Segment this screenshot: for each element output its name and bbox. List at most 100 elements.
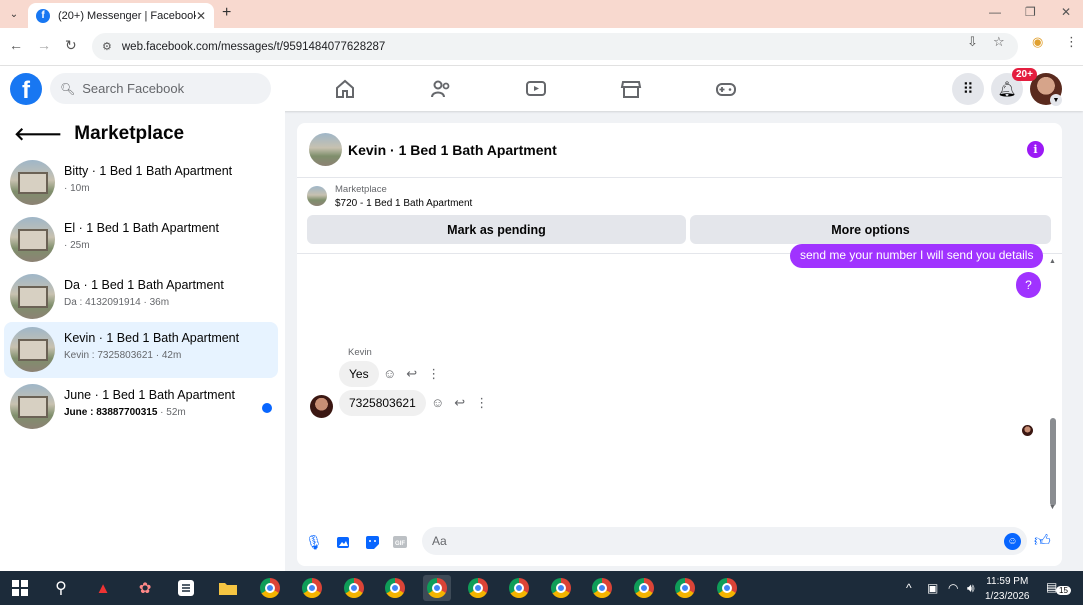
facebook-logo-icon[interactable]: f xyxy=(10,73,42,105)
listing-thumbnail xyxy=(10,327,55,372)
chrome-icon[interactable] xyxy=(381,575,409,601)
incoming-message[interactable]: Yes xyxy=(339,361,379,387)
search-input[interactable]: 🔍︎ Search Facebook xyxy=(50,73,271,104)
menu-grid-icon[interactable]: ⠿ xyxy=(952,73,984,105)
chrome-icon[interactable] xyxy=(713,575,741,601)
address-bar[interactable]: ⚙ web.facebook.com/messages/t/9591484077… xyxy=(92,33,1018,60)
volume-icon[interactable]: 🔊︎ xyxy=(967,581,975,596)
reply-icon[interactable]: ↩ xyxy=(406,366,417,382)
gaming-icon[interactable] xyxy=(715,78,737,100)
attach-photo-icon[interactable] xyxy=(334,533,352,551)
reload-icon[interactable]: ↻ xyxy=(65,37,77,54)
site-settings-icon[interactable]: ⚙ xyxy=(102,40,112,53)
app-icon[interactable] xyxy=(172,575,200,601)
outgoing-message[interactable]: send me your number I will send you deta… xyxy=(790,244,1044,268)
chat-panel: Kevin · 1 Bed 1 Bath Apartment i Marketp… xyxy=(297,123,1062,566)
facebook-favicon-icon: f xyxy=(36,8,50,23)
conversation-item[interactable]: Da · 1 Bed 1 Bath Apartment Da : 4132091… xyxy=(4,269,278,325)
show-hidden-icons-icon[interactable]: ^ xyxy=(906,581,912,595)
tab-title: (20+) Messenger | Facebook xyxy=(58,9,196,22)
search-taskbar-icon[interactable]: ⚲ xyxy=(47,575,75,601)
facebook-header: f 🔍︎ Search Facebook ⠿ 🔔︎ xyxy=(0,66,1083,111)
gif-icon[interactable]: GIF xyxy=(391,533,409,551)
conversation-item-active[interactable]: Kevin · 1 Bed 1 Bath Apartment Kevin : 7… xyxy=(4,322,278,378)
app-icon[interactable]: ✿ xyxy=(131,575,159,601)
tab-close-icon[interactable]: ✕ xyxy=(196,9,206,23)
app-icon[interactable]: ▲ xyxy=(89,575,117,601)
incoming-message[interactable]: 7325803621 xyxy=(339,390,426,416)
conversation-item-unread[interactable]: June · 1 Bed 1 Bath Apartment June : 838… xyxy=(4,379,278,435)
conversation-title: Kevin · 1 Bed 1 Bath Apartment xyxy=(64,331,240,345)
thumbs-up-icon[interactable]: 👍︎ xyxy=(1034,532,1051,551)
account-chevron-icon[interactable]: ▼ xyxy=(1050,94,1062,106)
wifi-icon[interactable]: ◠ xyxy=(948,581,958,595)
file-explorer-icon[interactable] xyxy=(214,575,242,601)
reply-icon[interactable]: ↩ xyxy=(454,395,465,411)
forward-icon[interactable]: → xyxy=(37,37,51,53)
windows-start-icon[interactable] xyxy=(6,575,34,601)
more-options-button[interactable]: More options xyxy=(690,215,1051,244)
sender-avatar[interactable] xyxy=(310,395,333,418)
chrome-icon[interactable] xyxy=(256,575,284,601)
conversation-title: El · 1 Bed 1 Bath Apartment xyxy=(64,221,219,235)
scroll-up-icon[interactable]: ▲ xyxy=(1049,258,1056,265)
install-app-icon[interactable]: ⇩ xyxy=(967,34,978,50)
chrome-icon[interactable] xyxy=(464,575,492,601)
chrome-icon[interactable] xyxy=(588,575,616,601)
chat-title[interactable]: Kevin · 1 Bed 1 Bath Apartment xyxy=(348,142,557,158)
chrome-icon[interactable] xyxy=(423,575,451,601)
chrome-icon[interactable] xyxy=(671,575,699,601)
chrome-icon[interactable] xyxy=(547,575,575,601)
friends-icon[interactable] xyxy=(430,78,452,100)
listing-thumbnail xyxy=(10,160,55,205)
react-emoji-icon[interactable]: ☺ xyxy=(431,395,444,411)
outgoing-message[interactable]: ? xyxy=(1016,272,1041,298)
emoji-icon[interactable]: ☺ xyxy=(1004,533,1021,550)
scroll-down-icon[interactable]: ▼ xyxy=(1049,504,1056,511)
conversation-subtitle: June : 83887700315 · 52m xyxy=(64,407,186,418)
message-input[interactable]: Aa xyxy=(422,527,1027,555)
mark-as-pending-button[interactable]: Mark as pending xyxy=(307,215,686,244)
back-arrow-icon[interactable]: 🡐 xyxy=(14,124,62,145)
scrollbar-thumb[interactable] xyxy=(1050,418,1056,506)
browser-tab[interactable]: f (20+) Messenger | Facebook ✕ xyxy=(28,3,214,28)
scrollbar[interactable]: ▲ ▼ xyxy=(1047,258,1057,513)
new-tab-icon[interactable]: + xyxy=(222,4,231,22)
panel-header: 🡐 Marketplace xyxy=(14,123,184,145)
back-icon[interactable]: ← xyxy=(9,37,23,53)
home-icon[interactable] xyxy=(334,78,356,100)
tab-search-chevron-icon[interactable]: ⌄ xyxy=(4,4,24,24)
conversation-item[interactable]: El · 1 Bed 1 Bath Apartment · 25m xyxy=(4,212,278,268)
conversation-item[interactable]: Bitty · 1 Bed 1 Bath Apartment · 10m xyxy=(4,155,278,211)
seen-indicator-avatar xyxy=(1022,425,1033,436)
chrome-icon[interactable] xyxy=(630,575,658,601)
meet-now-icon[interactable]: ▣ xyxy=(927,581,938,595)
clock[interactable]: 11:59 PM 1/23/2026 xyxy=(985,574,1030,604)
restore-icon[interactable]: ❐ xyxy=(1025,5,1036,19)
listing-thumbnail xyxy=(10,384,55,429)
info-icon[interactable]: i xyxy=(1027,141,1044,158)
voice-clip-icon[interactable]: 🎙︎ xyxy=(305,533,323,551)
sticker-icon[interactable] xyxy=(363,533,381,551)
more-actions-icon[interactable]: ⋮ xyxy=(427,366,440,382)
browser-tab-strip: ⌄ f (20+) Messenger | Facebook ✕ + — ❐ ✕ xyxy=(0,0,1083,28)
more-actions-icon[interactable]: ⋮ xyxy=(475,395,488,411)
video-icon[interactable] xyxy=(525,78,547,100)
chat-listing-thumbnail[interactable] xyxy=(309,133,342,166)
conversation-subtitle: · 10m xyxy=(64,183,90,194)
message-actions: ☺ ↩ ⋮ xyxy=(383,366,440,382)
message-thread[interactable]: send me your number I will send you deta… xyxy=(297,244,1062,513)
marketplace-listing-row[interactable]: Marketplace $720 - 1 Bed 1 Bath Apartmen… xyxy=(297,178,1062,215)
browser-menu-icon[interactable]: ⋮ xyxy=(1065,34,1078,50)
bookmark-star-icon[interactable]: ☆ xyxy=(993,34,1005,50)
close-window-icon[interactable]: ✕ xyxy=(1061,5,1071,19)
notification-center-icon[interactable]: ▤ 15 xyxy=(1046,580,1071,595)
message-placeholder: Aa xyxy=(432,534,447,548)
react-emoji-icon[interactable]: ☺ xyxy=(383,366,396,382)
chrome-icon[interactable] xyxy=(505,575,533,601)
minimize-icon[interactable]: — xyxy=(989,5,1001,19)
profile-icon[interactable]: ◉ xyxy=(1032,34,1043,50)
chrome-icon[interactable] xyxy=(340,575,368,601)
marketplace-icon[interactable] xyxy=(620,78,642,100)
chrome-icon[interactable] xyxy=(298,575,326,601)
